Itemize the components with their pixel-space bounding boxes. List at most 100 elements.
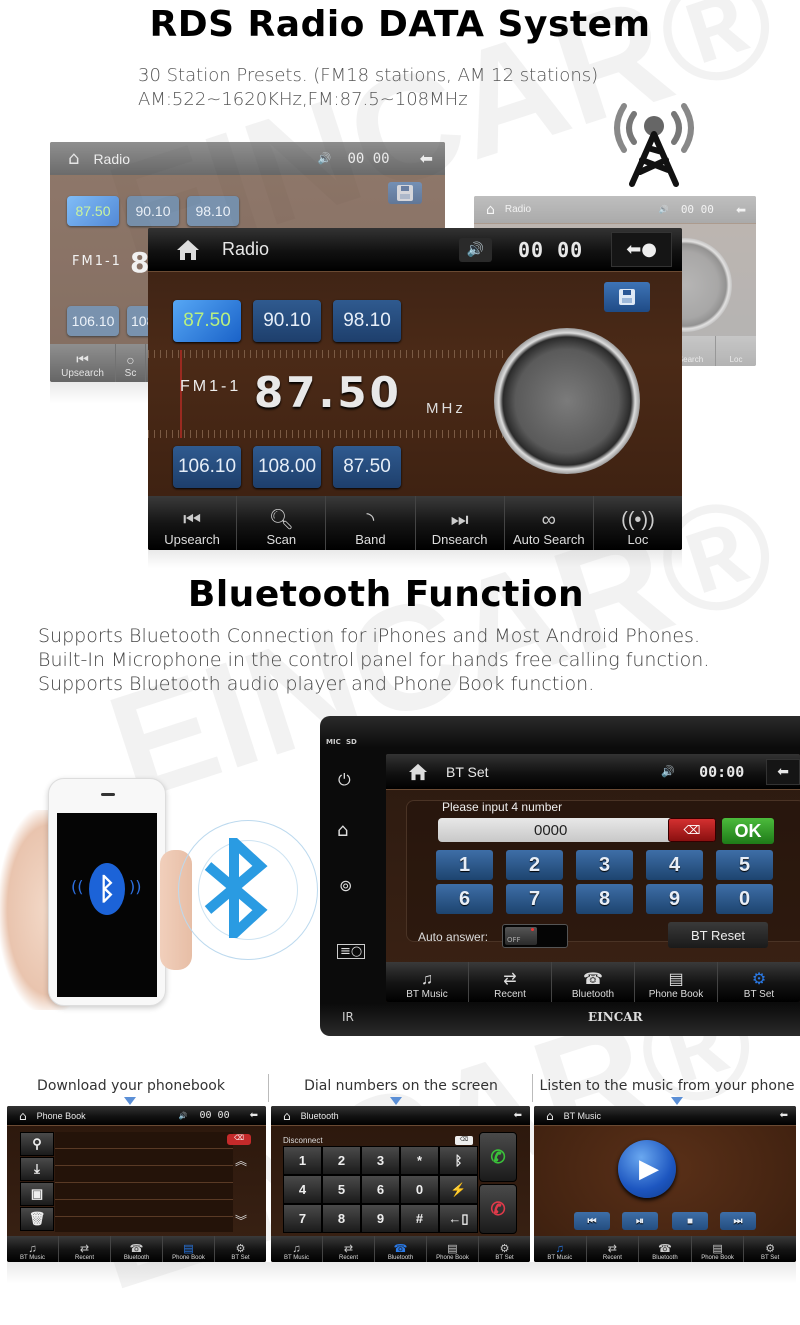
scan-button[interactable]: ○ Sc — [116, 344, 146, 382]
next-button[interactable]: ⏭ — [720, 1212, 756, 1230]
back-icon[interactable]: ⬅ — [780, 1110, 788, 1121]
scan-button[interactable]: 🔍︎ Scan — [237, 496, 327, 550]
phonebook-download-button[interactable]: ⤓ — [20, 1157, 54, 1181]
tab-bt-set-active[interactable]: ⚙ BT Set — [718, 962, 800, 1002]
preset-button[interactable]: 106.10 — [173, 446, 241, 488]
tab-bt-set[interactable]: ⚙ BT Set — [744, 1236, 796, 1262]
dnsearch-button[interactable]: ⏭ Dnsearch — [416, 496, 505, 550]
tuning-knob[interactable] — [494, 328, 640, 474]
hangup-button[interactable]: ✆ — [479, 1184, 517, 1234]
power-icon[interactable]: ⏻ — [338, 770, 351, 790]
volume-icon[interactable]: 🔊 — [659, 205, 669, 214]
preset-button[interactable]: 108.00 — [253, 446, 321, 488]
tab-bluetooth[interactable]: ☎ Bluetooth — [552, 962, 635, 1002]
back-icon[interactable]: ⬅ — [250, 1110, 258, 1121]
keypad-key[interactable]: 6 — [436, 884, 493, 914]
tab-phone-book[interactable]: ▤ Phone Book — [692, 1236, 745, 1262]
preset-button[interactable]: 90.10 — [127, 196, 179, 226]
tab-recent[interactable]: ⇄ Recent — [469, 962, 552, 1002]
phonebook-search-button[interactable]: ⚲ — [20, 1132, 54, 1156]
preset-button[interactable]: 87.50 — [333, 446, 401, 488]
home-icon[interactable] — [408, 763, 428, 781]
radio-icon[interactable]: ≡○ — [337, 944, 366, 959]
keypad-key[interactable]: 4 — [646, 850, 703, 880]
preset-button-active[interactable]: 87.50 — [173, 300, 241, 342]
tab-bt-set[interactable]: ⚙ BT Set — [215, 1236, 266, 1262]
dial-key[interactable]: 9 — [361, 1204, 400, 1233]
home-icon[interactable]: ⌂ — [546, 1109, 554, 1123]
scroll-up-button[interactable]: ︽ — [235, 1152, 247, 1169]
bt-reset-button[interactable]: BT Reset — [668, 922, 768, 948]
band-button[interactable]: ◝ Band — [326, 496, 416, 550]
keypad-key[interactable]: 8 — [576, 884, 633, 914]
volume-icon[interactable]: 🔊 — [179, 1112, 188, 1120]
tab-bluetooth[interactable]: ☎ Bluetooth — [639, 1236, 692, 1262]
tab-bt-music[interactable]: ♫ BT Music — [271, 1236, 323, 1262]
tab-bluetooth[interactable]: ☎ Bluetooth — [111, 1236, 163, 1262]
dial-function-key[interactable]: ⚡ — [439, 1175, 478, 1204]
dial-key[interactable]: 4 — [283, 1175, 322, 1204]
tab-bt-music[interactable]: ♫ BT Music — [386, 962, 469, 1002]
play-button[interactable]: ▶ — [618, 1140, 676, 1198]
tab-recent[interactable]: ⇄ Recent — [59, 1236, 111, 1262]
home-icon[interactable] — [176, 239, 200, 261]
tab-recent[interactable]: ⇄ Recent — [587, 1236, 640, 1262]
dial-key[interactable]: 1 — [283, 1146, 322, 1175]
keypad-key[interactable]: 5 — [716, 850, 773, 880]
clear-button[interactable]: ⌫ — [455, 1136, 473, 1145]
tab-bluetooth[interactable]: ☎ Bluetooth — [375, 1236, 427, 1262]
dial-key[interactable]: 3 — [361, 1146, 400, 1175]
dial-key[interactable]: * — [400, 1146, 439, 1175]
preset-button[interactable]: 90.10 — [253, 300, 321, 342]
dial-key[interactable]: 6 — [361, 1175, 400, 1204]
play-pause-button[interactable]: ⏯ — [622, 1212, 658, 1230]
loc-button[interactable]: ((•)) Loc — [594, 496, 682, 550]
loc-button[interactable]: Loc — [716, 336, 756, 366]
contact-list[interactable] — [55, 1132, 233, 1232]
tab-bt-music[interactable]: ♫ BT Music — [534, 1236, 587, 1262]
preset-button[interactable]: 98.10 — [187, 196, 239, 226]
tab-phone-book[interactable]: ▤ Phone Book — [427, 1236, 479, 1262]
phonebook-save-button[interactable]: ▣ — [20, 1182, 54, 1206]
dial-function-key[interactable]: ᛒ — [439, 1146, 478, 1175]
preset-button[interactable]: 87.50 — [67, 196, 119, 226]
keypad-key[interactable]: 9 — [646, 884, 703, 914]
dial-key[interactable]: # — [400, 1204, 439, 1233]
auto-search-button[interactable]: ∞ Auto Search — [505, 496, 594, 550]
stop-button[interactable]: ■ — [672, 1212, 708, 1230]
backspace-button[interactable]: ⌫ — [668, 818, 716, 842]
upsearch-button[interactable]: ⏮ Upsearch — [148, 496, 238, 550]
keypad-key[interactable]: 1 — [436, 850, 493, 880]
tab-bt-set[interactable]: ⚙ BT Set — [479, 1236, 530, 1262]
save-preset-button[interactable] — [604, 282, 650, 312]
phonebook-delete-button[interactable]: 🗑︎ — [20, 1207, 54, 1231]
dial-key[interactable]: 2 — [322, 1146, 361, 1175]
home-icon[interactable]: ⌂ — [337, 820, 348, 841]
dial-key[interactable]: 8 — [322, 1204, 361, 1233]
back-icon[interactable]: ⬅ — [420, 149, 433, 168]
previous-button[interactable]: ⏮ — [574, 1212, 610, 1230]
upsearch-button[interactable]: ⏮ Upsearch — [50, 344, 116, 382]
back-icon[interactable]: ⬅ — [736, 203, 746, 217]
tab-bt-music[interactable]: ♫ BT Music — [7, 1236, 59, 1262]
dial-key[interactable]: 0 — [400, 1175, 439, 1204]
auto-answer-toggle[interactable]: OFF — [502, 924, 568, 948]
keypad-key[interactable]: 2 — [506, 850, 563, 880]
keypad-key[interactable]: 7 — [506, 884, 563, 914]
dial-key[interactable]: 5 — [322, 1175, 361, 1204]
scroll-down-button[interactable]: ︾ — [235, 1212, 247, 1229]
home-icon[interactable]: ⌂ — [19, 1109, 27, 1123]
clear-button[interactable]: ⌫ — [227, 1134, 251, 1145]
preset-button[interactable]: 106.10 — [67, 306, 119, 336]
dial-function-key[interactable]: ←▯ — [439, 1204, 478, 1233]
tab-phone-book[interactable]: ▤ Phone Book — [635, 962, 718, 1002]
tab-phone-book[interactable]: ▤ Phone Book — [163, 1236, 215, 1262]
volume-icon[interactable]: 🔊 — [458, 237, 492, 262]
keypad-key[interactable]: 3 — [576, 850, 633, 880]
home-icon[interactable]: ⌂ — [283, 1109, 291, 1123]
volume-icon[interactable]: 🔊 — [661, 765, 675, 778]
save-preset-button[interactable] — [388, 182, 422, 204]
back-icon[interactable]: ⬅ — [514, 1110, 522, 1121]
home-icon[interactable]: ⌂ — [68, 148, 79, 169]
tab-recent[interactable]: ⇄ Recent — [323, 1236, 375, 1262]
